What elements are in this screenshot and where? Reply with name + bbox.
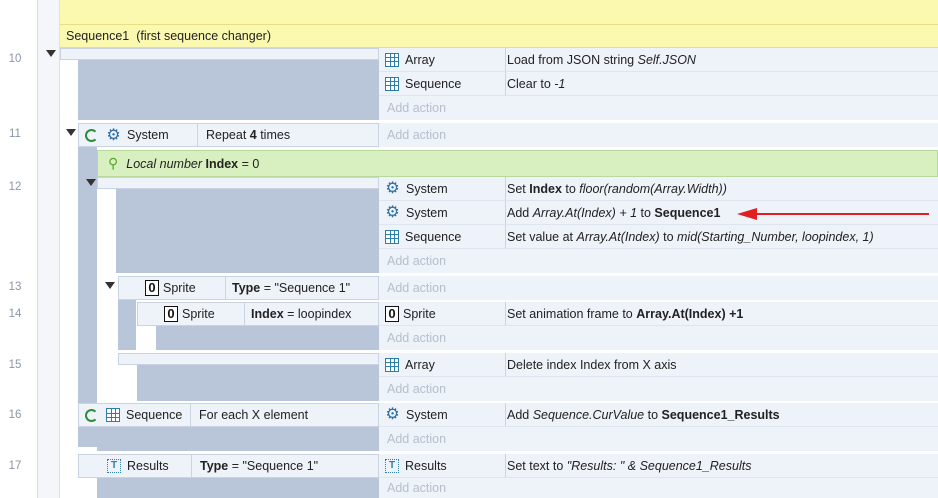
- group-title-bar[interactable]: Sequence1 (first sequence changer): [60, 24, 938, 48]
- line-number: 15: [8, 359, 22, 371]
- group-header-top: [60, 0, 938, 24]
- event-10-condition-header: [60, 48, 379, 60]
- gear-icon: ⚙: [106, 126, 121, 144]
- event-12-add-action[interactable]: Add action: [379, 249, 938, 273]
- event-17-condition[interactable]: T Results Type = "Sequence 1": [78, 454, 379, 478]
- event-15-add-action[interactable]: Add action: [379, 377, 938, 401]
- event-13-toggle-icon[interactable]: [105, 282, 115, 289]
- array-icon: [385, 52, 399, 67]
- event-11-sub-area: [78, 147, 97, 447]
- event-12-toggle-icon[interactable]: [86, 179, 96, 186]
- event-14-condition[interactable]: 0 Sprite Index = loopindex: [137, 302, 379, 326]
- event-17-add-action[interactable]: Add action: [379, 478, 938, 498]
- loop-icon: [85, 408, 98, 422]
- gear-icon: ⚙: [385, 180, 400, 197]
- event-16-condition-block: [97, 427, 379, 451]
- event-13-sub-area: [118, 300, 136, 350]
- line-number: 16: [8, 409, 22, 421]
- line-number: 17: [8, 460, 22, 472]
- line-number: 11: [9, 128, 21, 140]
- array-icon: [385, 76, 399, 91]
- event-16-add-action[interactable]: Add action: [379, 427, 938, 451]
- line-number: 10: [8, 53, 22, 65]
- sprite-icon: 0: [145, 280, 159, 296]
- sprite-icon: 0: [385, 305, 399, 322]
- array-icon: [385, 357, 399, 372]
- local-variable-row[interactable]: ⚲ Local number Index = 0: [97, 150, 938, 177]
- event-12-condition-block[interactable]: [116, 177, 379, 273]
- event-16-condition[interactable]: Sequence For each X element: [78, 403, 379, 427]
- line-number: 13: [8, 281, 22, 293]
- event-10-action-array[interactable]: Array Load from JSON string Self.JSON: [379, 48, 938, 72]
- event-10-add-action[interactable]: Add action: [379, 96, 938, 120]
- event-12-action-set-value[interactable]: Sequence Set value at Array.At(Index) to…: [379, 225, 938, 249]
- event-10-toggle-icon[interactable]: [46, 50, 56, 57]
- event-12-condition-header: [97, 177, 379, 189]
- event-11-toggle-icon[interactable]: [66, 129, 76, 136]
- event-16-action-add[interactable]: ⚙ System Add Sequence.CurValue to Sequenc…: [379, 403, 938, 427]
- event-14-add-action[interactable]: Add action: [379, 326, 938, 350]
- event-11-condition[interactable]: ⚙ System Repeat 4 times: [78, 123, 379, 147]
- event-15-action-delete[interactable]: Array Delete index Index from X axis: [379, 353, 938, 377]
- array-icon: [385, 229, 399, 244]
- event-13-condition[interactable]: 0 Sprite Type = "Sequence 1": [118, 276, 379, 300]
- sprite-icon: 0: [164, 306, 178, 322]
- event-17-action-set-text[interactable]: T Results Set text to "Results: " & Seque…: [379, 454, 938, 478]
- text-object-icon: T: [107, 459, 121, 473]
- event-14-condition-block: [156, 326, 379, 350]
- margin-gutter[interactable]: [38, 0, 60, 498]
- event-14-action-set-frame[interactable]: 0 Sprite Set animation frame to Array.At(…: [379, 302, 938, 326]
- event-11-add-action[interactable]: Add action: [379, 123, 938, 147]
- event-13-add-action[interactable]: Add action: [379, 276, 938, 300]
- line-number-gutter: [0, 0, 38, 498]
- event-12-action-set-index[interactable]: ⚙ System Set Index to floor(random(Array.…: [379, 177, 938, 201]
- group-title: Sequence1 (first sequence changer): [66, 29, 271, 43]
- line-number: 12: [8, 181, 22, 193]
- array-icon: [106, 408, 120, 422]
- event-10-action-sequence[interactable]: Sequence Clear to -1: [379, 72, 938, 96]
- gear-icon: ⚙: [385, 406, 400, 423]
- red-arrow-annotation: [737, 208, 929, 220]
- event-15-condition-header: [118, 353, 379, 365]
- event-15-condition-block[interactable]: [137, 365, 379, 401]
- line-number: 14: [8, 308, 22, 320]
- location-pin-icon: ⚲: [108, 155, 119, 171]
- text-object-icon: T: [385, 458, 399, 473]
- gear-icon: ⚙: [385, 204, 400, 221]
- loop-icon: [85, 128, 98, 142]
- event-17-condition-block: [97, 478, 379, 498]
